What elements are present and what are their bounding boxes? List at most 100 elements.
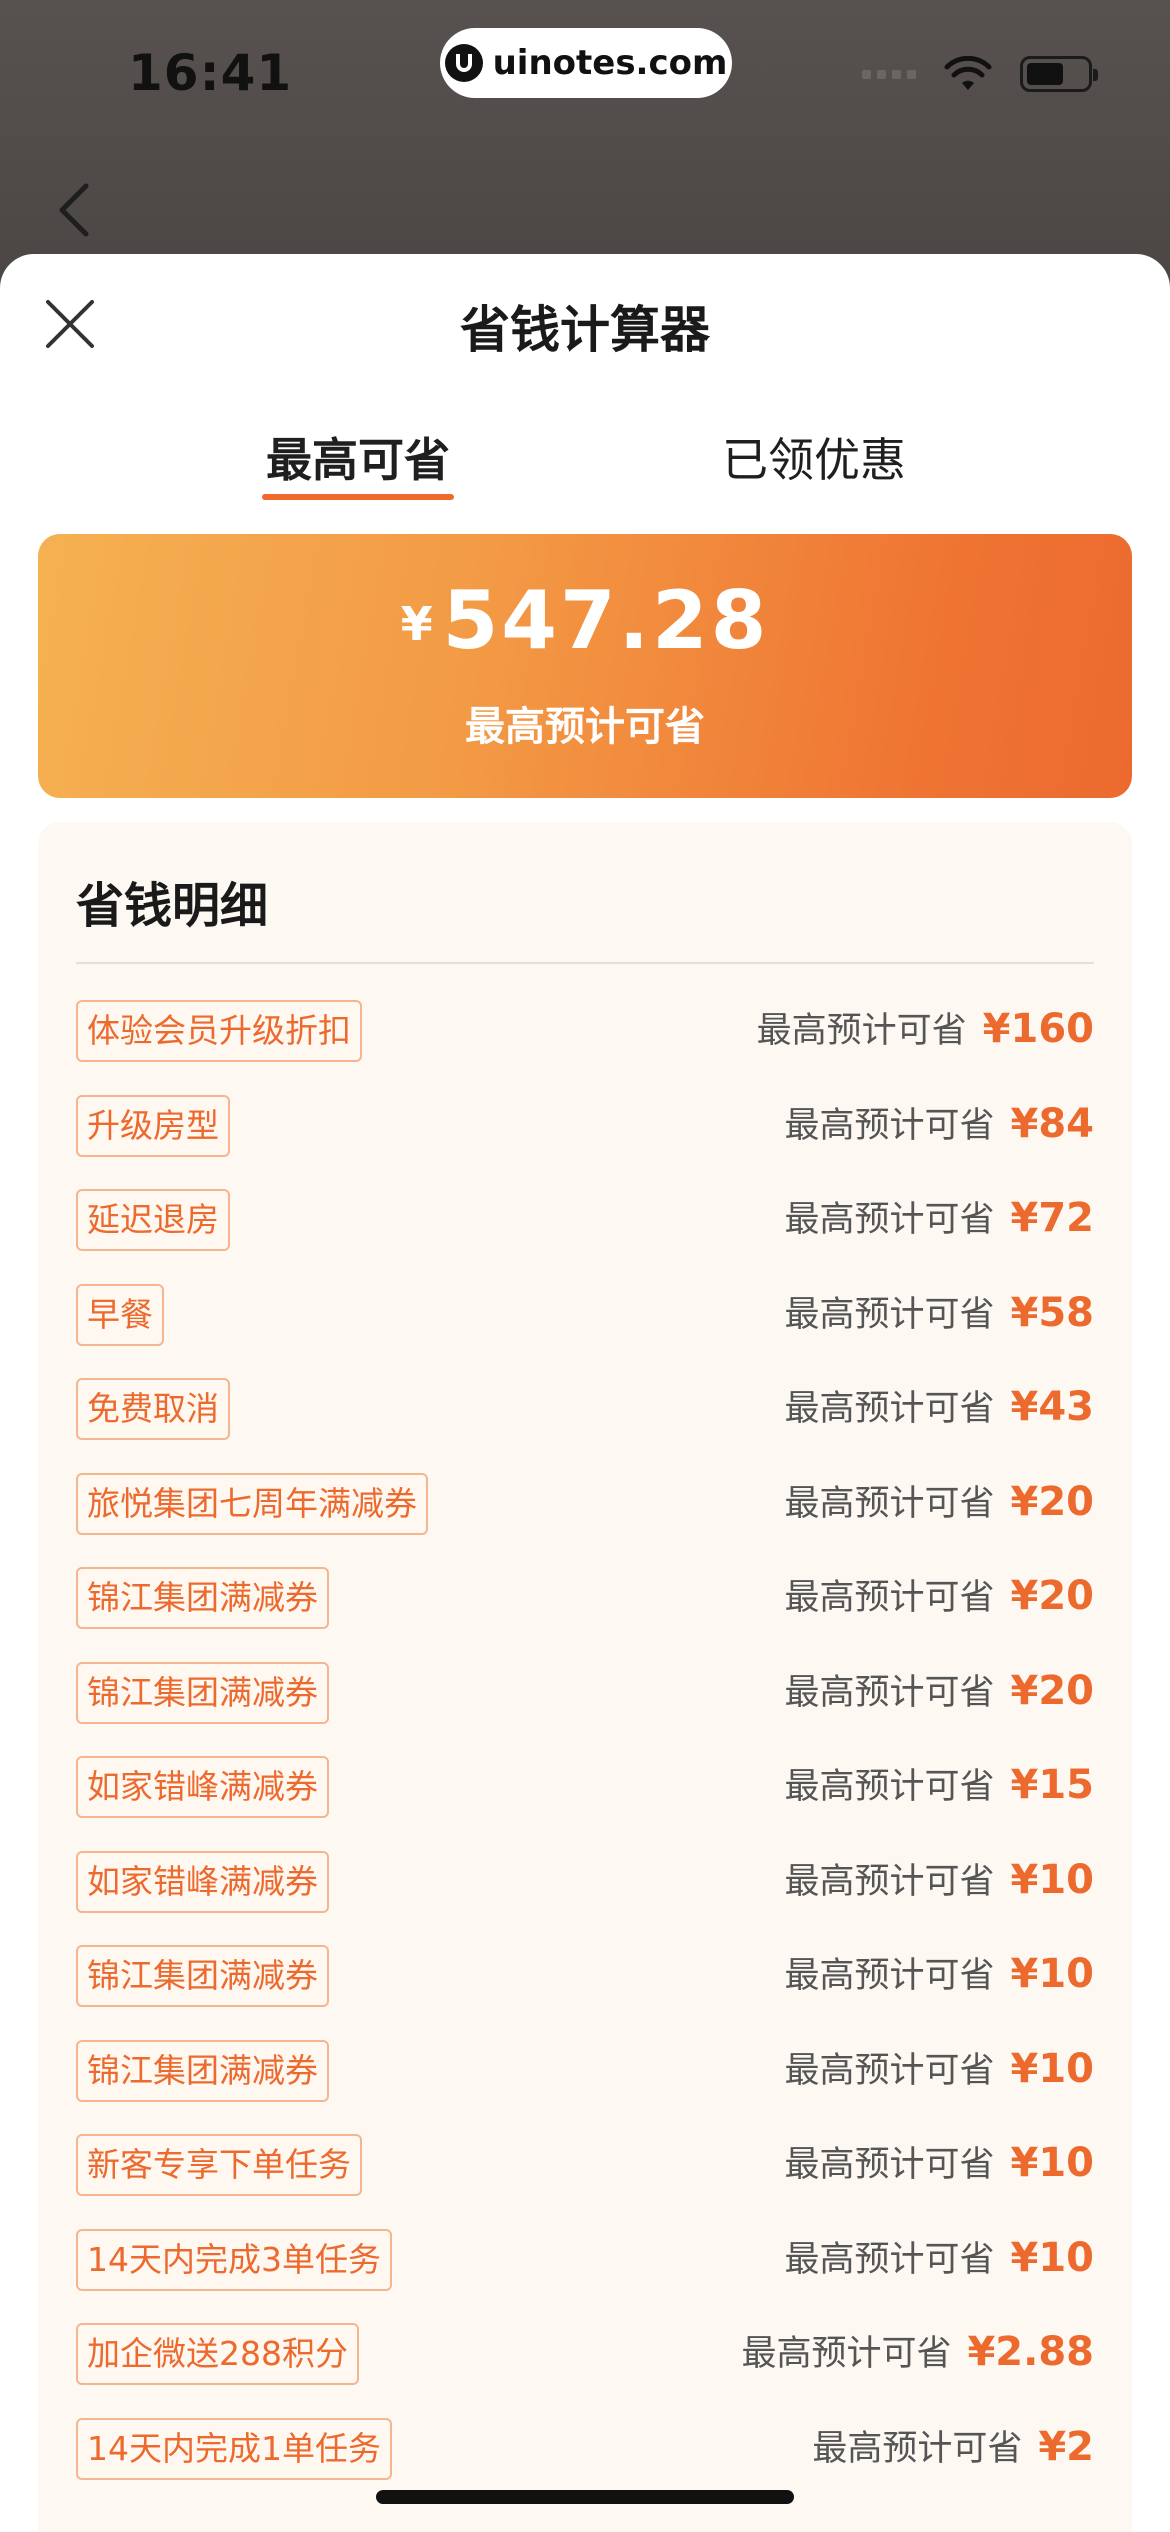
savings-label: 最高预计可省 xyxy=(784,1861,995,1902)
savings-row: 免费取消 最高预计可省 ¥43 xyxy=(76,1378,1094,1473)
savings-row: 新客专享下单任务 最高预计可省 ¥10 xyxy=(76,2134,1094,2229)
offer-tag: 加企微送288积分 xyxy=(76,2323,359,2385)
savings-label: 最高预计可省 xyxy=(784,1672,995,1713)
savings-value: 最高预计可省 ¥84 xyxy=(784,1097,1094,1148)
offer-tag: 早餐 xyxy=(76,1283,164,1346)
savings-label: 最高预计可省 xyxy=(784,1294,995,1335)
savings-row: 体验会员升级折扣 最高预计可省 ¥160 xyxy=(76,1000,1094,1095)
savings-row: 旅悦集团七周年满减券 最高预计可省 ¥20 xyxy=(76,1472,1094,1568)
savings-row: 如家错峰满减券 最高预计可省 ¥15 xyxy=(76,1756,1094,1851)
savings-value: 最高预计可省 ¥20 xyxy=(784,1569,1094,1620)
savings-amount: ¥160 xyxy=(982,1006,1094,1052)
savings-value: 最高预计可省 ¥160 xyxy=(757,1002,1094,1053)
savings-value: 最高预计可省 ¥2 xyxy=(812,2420,1094,2471)
savings-amount: ¥58 xyxy=(1010,1289,1095,1336)
savings-label: 最高预计可省 xyxy=(784,1389,995,1429)
status-time: 16:41 xyxy=(128,44,293,102)
offer-tag: 升级房型 xyxy=(76,1094,230,1157)
url-text: uinotes.com xyxy=(492,43,728,83)
savings-amount: ¥72 xyxy=(1010,1195,1095,1241)
savings-amount: ¥2.88 xyxy=(967,2329,1094,2375)
savings-row: 如家错峰满减券 最高预计可省 ¥10 xyxy=(76,1850,1094,1946)
offer-tag: 如家错峰满减券 xyxy=(76,1850,329,1913)
savings-value: 最高预计可省 ¥72 xyxy=(784,1191,1094,1242)
status-icons xyxy=(862,56,1098,92)
savings-amount: ¥20 xyxy=(1010,1573,1095,1619)
savings-amount: ¥15 xyxy=(1010,1762,1095,1808)
savings-label: 最高预计可省 xyxy=(756,1011,967,1051)
savings-value: 最高预计可省 ¥43 xyxy=(784,1380,1094,1431)
savings-label: 最高预计可省 xyxy=(784,1483,995,1524)
offer-tag: 锦江集团满减券 xyxy=(76,1567,329,1629)
wifi-icon xyxy=(944,56,992,90)
savings-label: 最高预计可省 xyxy=(784,1200,995,1240)
savings-amount: ¥2 xyxy=(1038,2423,1094,2470)
savings-row: 延迟退房 最高预计可省 ¥72 xyxy=(76,1189,1094,1284)
tab-claimed-offers[interactable]: 已领优惠 xyxy=(716,424,912,490)
savings-amount: ¥10 xyxy=(1010,2140,1095,2186)
savings-label: 最高预计可省 xyxy=(784,2050,995,2091)
savings-label: 最高预计可省 xyxy=(784,1767,995,1807)
detail-title: 省钱明细 xyxy=(76,878,269,934)
savings-value: 最高预计可省 ¥20 xyxy=(784,1664,1094,1715)
savings-amount: ¥10 xyxy=(1010,2234,1095,2281)
savings-amount: ¥10 xyxy=(1010,1951,1095,1997)
offer-tag: 旅悦集团七周年满减券 xyxy=(76,1472,428,1535)
offer-tag: 锦江集团满减券 xyxy=(76,1661,329,1724)
savings-row: 锦江集团满减券 最高预计可省 ¥10 xyxy=(76,1945,1094,2040)
savings-value: 最高预计可省 ¥10 xyxy=(784,2042,1094,2093)
savings-value: 最高预计可省 ¥2.88 xyxy=(741,2325,1094,2376)
total-savings-caption: 最高预计可省 xyxy=(465,704,705,750)
savings-summary-card: ¥547.28 最高预计可省 xyxy=(38,534,1132,798)
total-savings-amount: ¥547.28 xyxy=(400,574,770,667)
savings-value: 最高预计可省 ¥15 xyxy=(784,1758,1094,1809)
savings-row: 锦江集团满减券 最高预计可省 ¥20 xyxy=(76,1661,1094,1757)
savings-label: 最高预计可省 xyxy=(741,2334,952,2374)
savings-amount: ¥43 xyxy=(1010,1384,1095,1430)
savings-calculator-sheet: 省钱计算器 最高可省 已领优惠 ¥547.28 最高预计可省 省钱明细 体验会员… xyxy=(0,254,1170,2532)
signal-icon xyxy=(862,69,916,79)
active-tab-indicator xyxy=(262,494,454,500)
savings-label: 最高预计可省 xyxy=(784,2239,995,2280)
savings-amount: ¥20 xyxy=(1010,1667,1095,1714)
savings-label: 最高预计可省 xyxy=(784,1956,995,1996)
savings-row: 早餐 最高预计可省 ¥58 xyxy=(76,1283,1094,1379)
offer-tag: 如家错峰满减券 xyxy=(76,1756,329,1818)
savings-row: 升级房型 最高预计可省 ¥84 xyxy=(76,1094,1094,1190)
savings-value: 最高预计可省 ¥20 xyxy=(784,1475,1094,1526)
savings-value: 最高预计可省 ¥10 xyxy=(784,2136,1094,2187)
divider xyxy=(76,962,1094,964)
battery-icon xyxy=(1020,56,1098,92)
offer-tag: 锦江集团满减券 xyxy=(76,1945,329,2007)
chevron-left-icon[interactable] xyxy=(52,180,96,240)
savings-amount: ¥10 xyxy=(1010,2045,1095,2092)
savings-label: 最高预计可省 xyxy=(784,1105,995,1146)
sheet-title: 省钱计算器 xyxy=(460,301,710,359)
savings-amount: ¥20 xyxy=(1010,1478,1095,1525)
savings-detail-list: 体验会员升级折扣 最高预计可省 ¥160 升级房型 最高预计可省 ¥84 延迟退房 最高预计可… xyxy=(76,1000,1094,2512)
offer-tag: 14天内完成3单任务 xyxy=(76,2228,392,2291)
offer-tag: 免费取消 xyxy=(76,1378,230,1440)
savings-row: 锦江集团满减券 最高预计可省 ¥20 xyxy=(76,1567,1094,1662)
tab-max-savings[interactable]: 最高可省 xyxy=(262,424,454,490)
savings-row: 锦江集团满减券 最高预计可省 ¥10 xyxy=(76,2039,1094,2135)
savings-detail-card: 省钱明细 体验会员升级折扣 最高预计可省 ¥160 升级房型 最高预计可省 ¥84 延迟退房… xyxy=(38,822,1132,2532)
offer-tag: 14天内完成1单任务 xyxy=(76,2417,392,2480)
home-indicator xyxy=(376,2490,794,2504)
savings-label: 最高预计可省 xyxy=(812,2428,1023,2469)
offer-tag: 延迟退房 xyxy=(76,1189,230,1251)
savings-row: 14天内完成3单任务 最高预计可省 ¥10 xyxy=(76,2228,1095,2324)
status-bar: 16:41 uinotes.com xyxy=(0,0,1170,150)
offer-tag: 新客专享下单任务 xyxy=(76,2134,362,2196)
offer-tag: 锦江集团满减券 xyxy=(76,2039,329,2102)
savings-value: 最高预计可省 ¥58 xyxy=(784,1286,1094,1337)
url-pill[interactable]: uinotes.com xyxy=(440,28,732,98)
site-logo-icon xyxy=(444,44,483,82)
savings-amount: ¥10 xyxy=(1010,1856,1095,1903)
savings-value: 最高预计可省 ¥10 xyxy=(784,1947,1094,1998)
savings-row: 加企微送288积分 最高预计可省 ¥2.88 xyxy=(76,2323,1094,2418)
savings-value: 最高预计可省 ¥10 xyxy=(784,1853,1094,1904)
offer-tag: 体验会员升级折扣 xyxy=(76,1000,362,1062)
savings-label: 最高预计可省 xyxy=(784,1578,995,1618)
savings-amount: ¥84 xyxy=(1010,1100,1095,1147)
